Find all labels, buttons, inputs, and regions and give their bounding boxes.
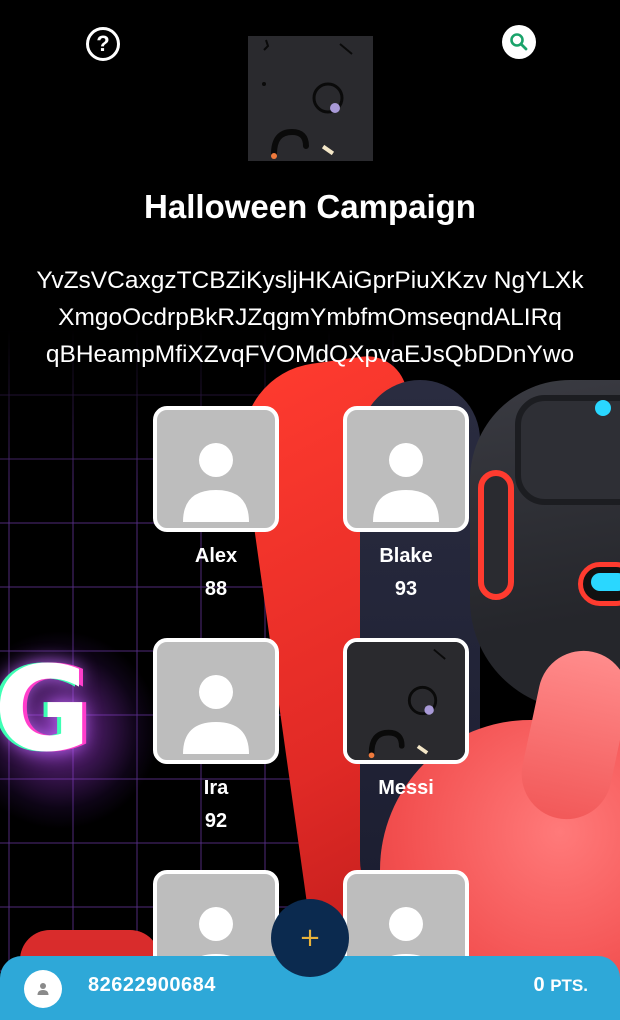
character-eye <box>578 562 620 606</box>
points-display: 0 PTS. <box>534 974 588 997</box>
campaign-logo <box>248 36 373 161</box>
player-card-blake[interactable] <box>343 406 469 532</box>
player-name: Ira <box>203 777 229 799</box>
neon-letter-g: G <box>0 640 91 778</box>
logo-art <box>248 36 373 161</box>
description-line: qBHeampMfiXZvqFVOMdQXpvaEJsQbDDnYwo <box>45 341 575 368</box>
player-score: 93 <box>394 578 418 600</box>
player-card-ira[interactable] <box>153 638 279 764</box>
points-unit: PTS. <box>550 976 588 995</box>
description-line: YvZsVCaxgzTCBZiKysljHKAiGprPiuXKzv NgYLX… <box>36 267 584 294</box>
player-name: Alex <box>194 545 238 567</box>
user-placeholder-icon <box>373 443 439 522</box>
description-line: XmgoOcdrpBkRJZqgmYmbfmOmseqndALIRq <box>58 304 562 331</box>
user-icon <box>37 983 49 995</box>
user-placeholder-icon <box>183 443 249 522</box>
points-value: 0 <box>533 974 545 996</box>
campaign-title: Halloween Campaign <box>144 188 476 225</box>
search-button[interactable] <box>502 25 536 59</box>
player-card-alex[interactable] <box>153 406 279 532</box>
player-score: 92 <box>204 810 228 832</box>
user-avatar[interactable] <box>24 970 62 1008</box>
add-button[interactable]: + <box>271 899 349 977</box>
campaign-description: YvZsVCaxgzTCBZiKysljHKAiGprPiuXKzv NgYLX… <box>0 262 620 382</box>
search-icon <box>510 33 528 51</box>
player-card-messi[interactable] <box>343 638 469 764</box>
campaign-logo <box>347 642 465 760</box>
visor-light <box>595 400 611 416</box>
player-name: Blake <box>379 545 433 567</box>
user-placeholder-icon <box>183 675 249 754</box>
character-ear <box>478 470 514 600</box>
player-score: 88 <box>204 578 228 600</box>
player-name: Messi <box>378 777 434 799</box>
user-id: 82622900684 <box>88 974 216 996</box>
plus-icon: + <box>299 923 321 953</box>
help-icon[interactable]: ? <box>86 27 120 61</box>
